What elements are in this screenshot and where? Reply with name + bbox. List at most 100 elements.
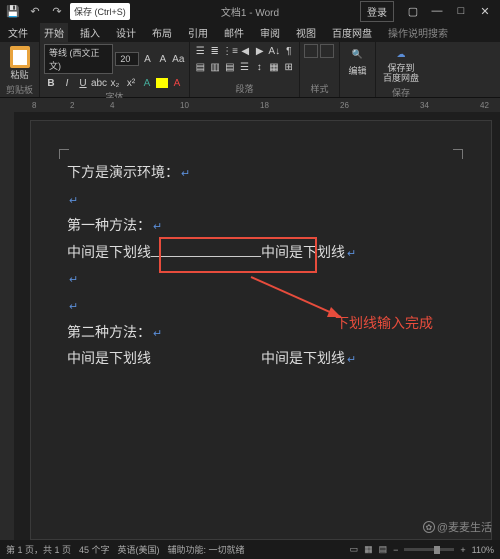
ribbon-options-icon[interactable]: ▢ xyxy=(402,2,424,20)
font-size-select[interactable]: 20 xyxy=(115,52,138,66)
highlight-icon[interactable] xyxy=(156,78,168,88)
status-language[interactable]: 英语(美国) xyxy=(118,543,160,556)
return-mark-icon: ↵ xyxy=(181,168,190,180)
status-word-count[interactable]: 45 个字 xyxy=(79,543,110,556)
return-mark-icon: ↵ xyxy=(153,221,162,233)
superscript-icon[interactable]: x² xyxy=(124,76,138,90)
save-group-label: 保存 xyxy=(380,86,422,99)
document-page[interactable]: 下方是演示环境：↵ ↵ 第一种方法：↵ 中间是下划线中间是下划线↵ ↵ ↵ 第二… xyxy=(30,120,492,540)
align-center-icon[interactable]: ▥ xyxy=(209,60,222,74)
underline-icon[interactable]: U xyxy=(76,76,90,90)
status-bar: 第 1 页，共 1 页 45 个字 英语(美国) 辅助功能: 一切就绪 ▭ ▦ … xyxy=(0,540,500,559)
doc-empty-line[interactable]: ↵ xyxy=(67,186,455,213)
text-effects-icon[interactable]: A xyxy=(140,76,154,90)
justify-icon[interactable]: ☰ xyxy=(238,60,251,74)
multilevel-icon[interactable]: ⋮≡ xyxy=(223,44,237,58)
zoom-out-icon[interactable]: − xyxy=(393,545,398,555)
decrease-font-icon[interactable]: A xyxy=(156,52,169,66)
find-icon: 🔍 xyxy=(350,46,366,62)
zoom-in-icon[interactable]: + xyxy=(460,545,465,555)
status-accessibility[interactable]: 辅助功能: 一切就绪 xyxy=(168,543,245,556)
window-title: 文档1 - Word xyxy=(221,4,279,19)
align-left-icon[interactable]: ▤ xyxy=(194,60,207,74)
style-heading[interactable] xyxy=(320,44,334,58)
view-read-icon[interactable]: ▭ xyxy=(350,544,359,555)
tab-baidu[interactable]: 百度网盘 xyxy=(328,23,376,42)
maximize-icon[interactable]: □ xyxy=(450,2,472,20)
save-baidu-label: 保存到 百度网盘 xyxy=(383,64,419,84)
save-tooltip: 保存 (Ctrl+S) xyxy=(70,3,130,20)
paste-button[interactable]: 粘贴 xyxy=(4,44,35,83)
minimize-icon[interactable]: — xyxy=(426,2,448,20)
decrease-indent-icon[interactable]: ◀ xyxy=(239,44,252,58)
sort-icon[interactable]: A↓ xyxy=(268,44,281,58)
borders-icon[interactable]: ⊞ xyxy=(282,60,295,74)
font-name-select[interactable]: 等线 (西文正文) xyxy=(44,44,113,74)
zoom-level[interactable]: 110% xyxy=(472,545,494,555)
watermark: ✿ @麦麦生活 xyxy=(423,519,492,535)
tell-me-search[interactable]: 操作说明搜索 xyxy=(384,23,452,42)
paste-icon xyxy=(10,46,30,68)
strikethrough-icon[interactable]: abc xyxy=(92,76,106,90)
tab-view[interactable]: 视图 xyxy=(292,23,320,42)
watermark-icon: ✿ xyxy=(423,521,435,533)
tab-file[interactable]: 文件 xyxy=(4,23,32,42)
increase-font-icon[interactable]: A xyxy=(141,52,154,66)
tab-home[interactable]: 开始 xyxy=(40,23,68,42)
styles-group-label: 样式 xyxy=(304,82,335,95)
return-mark-icon: ↵ xyxy=(153,328,162,340)
bullets-icon[interactable]: ☰ xyxy=(194,44,207,58)
return-mark-icon: ↵ xyxy=(69,301,78,313)
tab-layout[interactable]: 布局 xyxy=(148,23,176,42)
redo-icon[interactable]: ↷ xyxy=(48,2,66,20)
subscript-icon[interactable]: x₂ xyxy=(108,76,122,90)
vertical-ruler[interactable] xyxy=(0,112,14,540)
tab-references[interactable]: 引用 xyxy=(184,23,212,42)
view-web-icon[interactable]: ▤ xyxy=(379,544,388,555)
return-mark-icon: ↵ xyxy=(347,248,356,260)
increase-indent-icon[interactable]: ▶ xyxy=(254,44,267,58)
status-page[interactable]: 第 1 页，共 1 页 xyxy=(6,543,71,556)
italic-icon[interactable]: I xyxy=(60,76,74,90)
margin-corner-tl xyxy=(59,149,69,159)
horizontal-ruler[interactable]: 8 2 4 10 18 26 34 42 xyxy=(0,98,500,112)
ribbon: 粘贴 剪贴板 等线 (西文正文) 20 A A Aa B I U abc x₂ … xyxy=(0,42,500,98)
tab-mailings[interactable]: 邮件 xyxy=(220,23,248,42)
tab-insert[interactable]: 插入 xyxy=(76,23,104,42)
zoom-slider[interactable] xyxy=(404,548,454,551)
ribbon-tabs: 文件 开始 插入 设计 布局 引用 邮件 审阅 视图 百度网盘 操作说明搜索 xyxy=(0,22,500,42)
save-icon[interactable]: 💾 xyxy=(4,2,22,20)
paragraph-group-label: 段落 xyxy=(194,82,295,95)
align-right-icon[interactable]: ▤ xyxy=(223,60,236,74)
annotation-text: 下划线输入完成 xyxy=(335,313,433,333)
style-normal[interactable] xyxy=(304,44,318,58)
doc-line-2[interactable]: 第一种方法：↵ xyxy=(67,212,455,239)
annotation-box xyxy=(159,237,317,273)
doc-line-1[interactable]: 下方是演示环境：↵ xyxy=(67,159,455,186)
undo-icon[interactable]: ↶ xyxy=(26,2,44,20)
font-color-icon[interactable]: A xyxy=(170,76,184,90)
bold-icon[interactable]: B xyxy=(44,76,58,90)
change-case-icon[interactable]: Aa xyxy=(172,52,185,66)
tab-review[interactable]: 审阅 xyxy=(256,23,284,42)
document-area: 下方是演示环境：↵ ↵ 第一种方法：↵ 中间是下划线中间是下划线↵ ↵ ↵ 第二… xyxy=(0,112,500,540)
clipboard-group-label: 剪贴板 xyxy=(4,83,35,96)
view-print-icon[interactable]: ▦ xyxy=(364,544,373,555)
cloud-icon: ☁ xyxy=(393,46,409,62)
login-button[interactable]: 登录 xyxy=(360,1,394,22)
close-icon[interactable]: ✕ xyxy=(474,2,496,20)
shading-icon[interactable]: ▦ xyxy=(268,60,281,74)
find-button[interactable]: 🔍 编辑 xyxy=(344,44,371,79)
return-mark-icon: ↵ xyxy=(69,274,78,286)
doc-line-5[interactable]: 中间是下划线中间是下划线↵ xyxy=(67,345,455,372)
tab-design[interactable]: 设计 xyxy=(112,23,140,42)
edit-label: 编辑 xyxy=(348,64,366,77)
save-to-baidu-button[interactable]: ☁ 保存到 百度网盘 xyxy=(380,44,422,86)
line-spacing-icon[interactable]: ↕ xyxy=(253,60,266,74)
numbering-icon[interactable]: ≣ xyxy=(209,44,222,58)
margin-corner-tr xyxy=(453,149,463,159)
paste-label: 粘贴 xyxy=(10,68,28,81)
show-marks-icon[interactable]: ¶ xyxy=(283,44,296,58)
return-mark-icon: ↵ xyxy=(347,354,356,366)
titlebar: 💾 ↶ ↷ 保存 (Ctrl+S) 文档1 - Word 登录 ▢ — □ ✕ xyxy=(0,0,500,22)
